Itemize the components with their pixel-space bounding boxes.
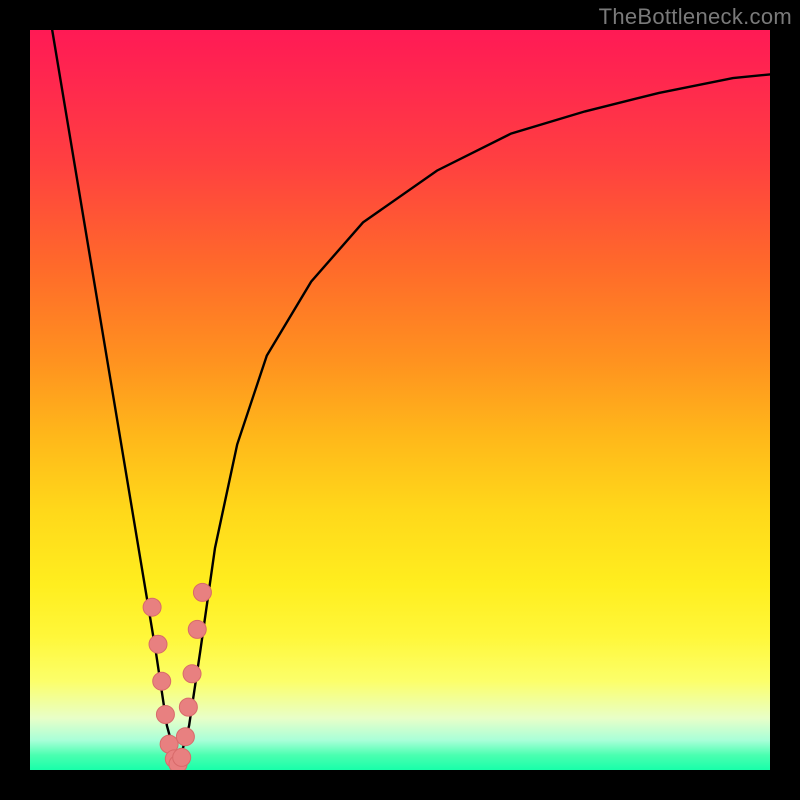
curve-marker	[188, 620, 206, 638]
curve-marker	[173, 748, 191, 766]
curve-marker	[179, 698, 197, 716]
watermark-text: TheBottleneck.com	[599, 4, 792, 30]
curve-marker	[149, 635, 167, 653]
chart-svg	[30, 30, 770, 770]
curve-marker	[193, 583, 211, 601]
curve-marker	[156, 706, 174, 724]
curve-marker	[176, 728, 194, 746]
curve-path-group	[52, 30, 770, 766]
bottleneck-curve	[52, 30, 770, 766]
plot-area	[30, 30, 770, 770]
curve-marker	[153, 672, 171, 690]
marker-group	[143, 583, 211, 770]
curve-marker	[183, 665, 201, 683]
chart-frame: TheBottleneck.com	[0, 0, 800, 800]
curve-marker	[143, 598, 161, 616]
